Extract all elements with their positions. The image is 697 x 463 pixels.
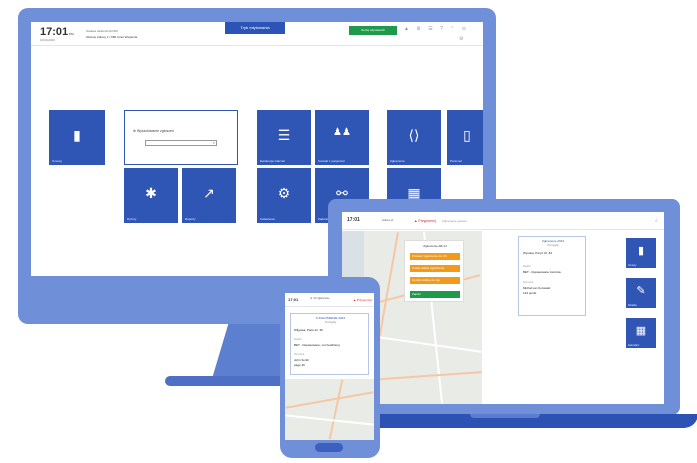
alert-link[interactable]: ▲ Przypomnij — [353, 298, 372, 302]
card-address: Wilgowa, Paris dz. 36 — [294, 328, 323, 332]
tile-contracts[interactable]: ▮ Umowy — [49, 110, 105, 165]
asterisk-icon: ✱ — [145, 184, 157, 201]
action-popup: Zgłoszenie AB-14 Przekaż zgłoszenie do Z… — [404, 240, 464, 302]
status-text: Zgłoszenie gotowe — [442, 219, 468, 223]
save-button[interactable]: Zapisz — [410, 291, 460, 298]
address-label: Adres ul. — [382, 218, 394, 222]
gear-icon: ⚙ — [277, 184, 291, 201]
field-value: Michał von Kurowski — [523, 286, 551, 290]
side-tile-note[interactable]: ✎ Notatka — [626, 278, 656, 308]
action-status-button[interactable]: Zmień status zgłoszenia — [410, 265, 460, 272]
edit-mode-tab[interactable]: Tryb edytowania — [225, 22, 285, 34]
header-subtitle: Ustawa Janiki ALLFORI — [86, 29, 118, 33]
search-panel: ⊕ Wyszukiwanie zgłoszeń ⌕ — [124, 110, 238, 165]
card-subtitle: Szczegóły — [324, 321, 337, 324]
field-label: Pojazd — [523, 265, 531, 268]
people-icon: ♟♟ — [333, 126, 351, 138]
field-label: Kierowca — [294, 353, 305, 356]
tile-staff[interactable]: ▯ Personel — [447, 110, 483, 165]
side-tile-contracts[interactable]: ▮ Umowy — [626, 238, 656, 268]
address-label: ul. XX Zgłoszenie — [310, 297, 330, 300]
tile-reports[interactable]: ↗ Raporty — [182, 168, 236, 223]
field-value: John Smith — [294, 358, 310, 362]
alert-link[interactable]: ▲ Przypomnij — [414, 219, 436, 223]
search-input[interactable]: ⌕ — [145, 140, 217, 146]
laptop-notch — [470, 414, 540, 418]
search-label: ⊕ Wyszukiwanie zgłoszeń — [133, 129, 174, 133]
field-extra: page 46 — [294, 363, 305, 367]
field-label: Kierowca — [523, 281, 534, 284]
field-value: BET - Dopasowane zwrotnie — [523, 270, 561, 274]
search-icon[interactable]: ⌕ — [655, 218, 658, 224]
tile-settings[interactable]: ⚙ Ustawienia — [257, 168, 311, 223]
header-info: Główne Adresy 1 / 680 Czas Wsparcia — [86, 35, 138, 39]
incident-card: Zgłoszenie 2023 Szczegóły Wysoka, Paryż … — [518, 236, 586, 316]
incident-card: # ZGŁOSZENIE 2023 Szczegóły Wilgowa, Par… — [290, 313, 369, 375]
header-toolbar-icons[interactable]: ▲ ⚙ ☰ ? ⌃ ⊙ — [404, 26, 469, 32]
phone-header: 17:01 ul. XX Zgłoszenie ▲ Przypomnij — [285, 293, 374, 307]
laptop-header: 17:01 Adres ul. ▲ Przypomnij Zgłoszenie … — [342, 212, 664, 230]
field-label: Pojazd — [294, 338, 302, 341]
card-subtitle: Szczegóły — [547, 244, 559, 247]
tile-events[interactable]: ☰ Ewidencja zdarzeń — [257, 110, 311, 165]
field-extra: 123 punkt — [523, 291, 537, 295]
list-icon: ☰ — [277, 126, 291, 143]
popup-title: Zgłoszenie AB-14 — [423, 244, 447, 248]
sort-button[interactable]: Sortuj odpowiedzi — [349, 26, 397, 35]
card-title: # ZGŁOSZENIE 2023 — [315, 316, 345, 320]
share-icon: ⟨⟩ — [408, 126, 420, 143]
tile-reports-share[interactable]: ⟨⟩ Zgłoszenia — [387, 110, 441, 165]
settings-icon[interactable]: ⚙ — [459, 36, 463, 42]
action-forward-button[interactable]: Przekaż zgłoszenie do ZS — [410, 253, 460, 260]
book-icon: ▮ — [73, 126, 81, 143]
phone-screen: 17:01 ul. XX Zgłoszenie ▲ Przypomnij # Z… — [285, 293, 374, 440]
home-button[interactable] — [315, 443, 343, 452]
laptop-screen: 17:01 Adres ul. ▲ Przypomnij Zgłoszenie … — [342, 212, 664, 404]
pencil-icon: ✎ — [636, 285, 646, 297]
field-value: BET - Dopasowane, not bestFleng — [294, 343, 340, 347]
action-note-button[interactable]: Dodaj notatkę do zgł. — [410, 277, 460, 284]
book-icon: ▮ — [637, 245, 645, 257]
tile-shifts[interactable]: ✱ Dyżury — [124, 168, 178, 223]
chart-icon: ↗ — [203, 184, 215, 201]
card-title: Zgłoszenie 2023 — [541, 239, 564, 243]
card-address: Wysoka, Paryż dz. 84 — [523, 251, 552, 255]
tile-patient-contact[interactable]: ♟♟ Kontakt z pacjentem — [315, 110, 369, 165]
calendar-icon: ▦ — [635, 325, 647, 337]
desktop-header: 17:01PM 10/11/2023 Ustawa Janiki ALLFORI… — [31, 22, 483, 46]
date: 10/11/2023 — [40, 38, 55, 42]
search-icon[interactable]: ⌕ — [213, 140, 215, 145]
building-icon: ▯ — [463, 126, 471, 143]
clock: 17:01PM — [40, 26, 74, 38]
map-view[interactable] — [285, 379, 374, 440]
side-tile-calendar[interactable]: ▦ Kalendarz — [626, 318, 656, 348]
clock: 17:01 — [288, 297, 299, 302]
clock: 17:01 — [347, 217, 360, 223]
